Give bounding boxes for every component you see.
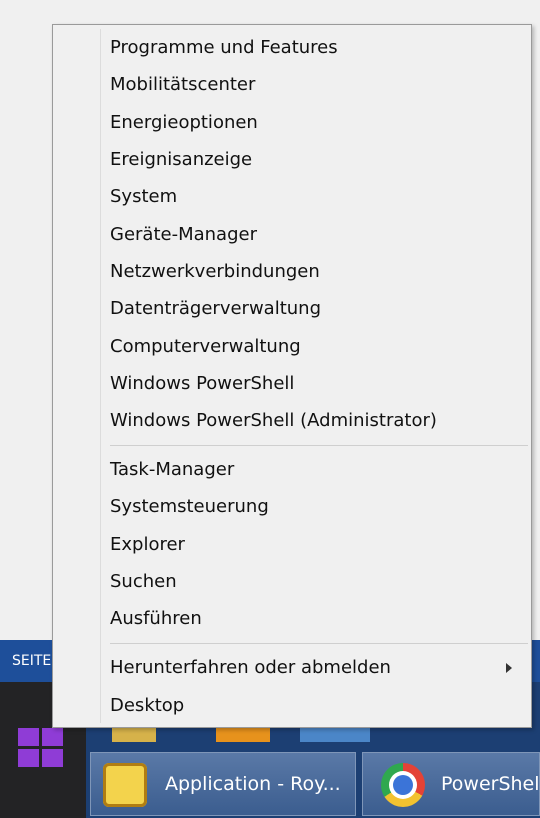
menu-item-herunterfahren[interactable]: Herunterfahren oder abmelden — [110, 653, 528, 683]
menu-item-windows-powershell[interactable]: Windows PowerShell — [110, 369, 528, 399]
menu-item-explorer[interactable]: Explorer — [110, 530, 528, 560]
menu-item-ereignisanzeige[interactable]: Ereignisanzeige — [110, 145, 528, 175]
menu-item-system[interactable]: System — [110, 182, 528, 212]
menu-item-programme-und-features[interactable]: Programme und Features — [110, 33, 528, 63]
taskbar-button-application[interactable]: Application - Roy... — [90, 752, 356, 816]
menu-item-mobilitaetscenter[interactable]: Mobilitätscenter — [110, 70, 528, 100]
taskbar-button-powershell[interactable]: PowerShell — [362, 752, 540, 816]
menu-separator — [110, 445, 528, 446]
submenu-arrow-icon — [506, 663, 512, 673]
menu-item-energieoptionen[interactable]: Energieoptionen — [110, 108, 528, 138]
strip-text: SEITE — [12, 653, 52, 669]
menu-separator — [110, 643, 528, 644]
menu-item-task-manager[interactable]: Task-Manager — [110, 455, 528, 485]
chrome-icon — [381, 763, 425, 807]
taskbar-button-label: PowerShell — [441, 773, 540, 795]
menu-item-netzwerkverbindungen[interactable]: Netzwerkverbindungen — [110, 257, 528, 287]
menu-item-label: Herunterfahren oder abmelden — [110, 657, 391, 678]
menu-item-desktop[interactable]: Desktop — [110, 691, 528, 721]
menu-item-datentraegerverwaltung[interactable]: Datenträgerverwaltung — [110, 294, 528, 324]
menu-item-suchen[interactable]: Suchen — [110, 567, 528, 597]
menu-item-computerverwaltung[interactable]: Computerverwaltung — [110, 332, 528, 362]
winx-context-menu: Programme und Features Mobilitätscenter … — [52, 24, 532, 728]
app-crown-icon — [103, 763, 147, 807]
menu-item-systemsteuerung[interactable]: Systemsteuerung — [110, 492, 528, 522]
windows-logo-icon[interactable] — [18, 728, 64, 768]
menu-item-geraete-manager[interactable]: Geräte-Manager — [110, 220, 528, 250]
menu-item-windows-powershell-admin[interactable]: Windows PowerShell (Administrator) — [110, 406, 528, 436]
taskbar-button-label: Application - Roy... — [165, 773, 341, 795]
menu-item-ausfuehren[interactable]: Ausführen — [110, 604, 528, 634]
